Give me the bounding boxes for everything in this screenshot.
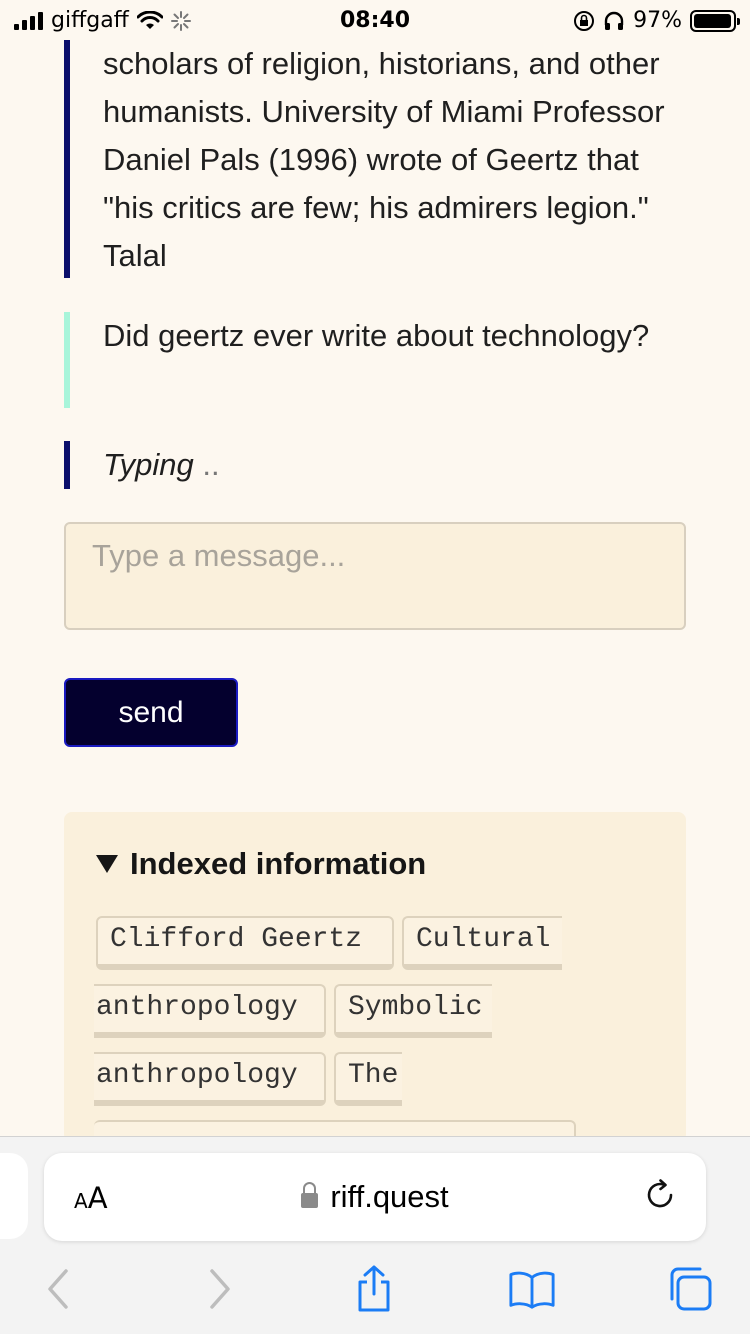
battery-percent: 97% xyxy=(633,8,682,33)
message-input-placeholder: Type a message... xyxy=(92,538,346,573)
share-button[interactable] xyxy=(350,1265,398,1313)
battery-icon xyxy=(690,9,740,32)
url-display[interactable]: riff.quest xyxy=(44,1179,706,1215)
tag-chip[interactable]: anthropology xyxy=(94,984,326,1038)
status-bar: giffgaff 08:40 97% xyxy=(0,0,750,40)
lock-icon xyxy=(301,1182,319,1208)
chevron-right-icon xyxy=(210,1269,230,1309)
tag-chip[interactable]: anthropology xyxy=(94,1052,326,1106)
tag-chip[interactable]: Cultural xyxy=(402,916,562,970)
back-button[interactable] xyxy=(34,1265,82,1313)
tabs-button[interactable] xyxy=(666,1265,714,1313)
typing-label: Typing xyxy=(103,447,194,482)
indexed-information-toggle[interactable]: Indexed information xyxy=(96,846,426,882)
disclosure-triangle-icon xyxy=(96,855,118,873)
tabs-icon xyxy=(670,1267,712,1311)
send-button[interactable]: send xyxy=(64,678,238,747)
bookmarks-button[interactable] xyxy=(508,1265,556,1313)
message-input[interactable]: Type a message... xyxy=(64,522,686,630)
url-text: riff.quest xyxy=(330,1179,449,1214)
share-icon xyxy=(358,1265,390,1312)
rotation-lock-icon xyxy=(574,10,595,31)
indexed-information-panel: Indexed information Clifford Geertz Cult… xyxy=(64,812,686,1142)
tag-chip[interactable]: Symbolic xyxy=(334,984,492,1038)
book-icon xyxy=(509,1271,555,1309)
browser-chrome: AA riff.quest xyxy=(0,1136,750,1334)
typing-dots: .. xyxy=(202,447,220,482)
forward-button[interactable] xyxy=(196,1265,244,1313)
indexed-information-title: Indexed information xyxy=(130,846,427,881)
headphones-icon xyxy=(604,11,624,30)
reload-icon[interactable] xyxy=(642,1177,678,1213)
user-message-text: Did geertz ever write about technology? xyxy=(103,318,650,353)
address-bar[interactable]: AA riff.quest xyxy=(44,1153,706,1241)
status-right: 97% xyxy=(573,8,740,33)
user-message: Did geertz ever write about technology? xyxy=(64,312,684,408)
typing-indicator: Typing .. xyxy=(64,441,684,489)
chevron-left-icon xyxy=(48,1269,68,1309)
bot-message-text: scholars of religion, historians, and ot… xyxy=(103,46,665,273)
tag-chip[interactable]: The xyxy=(334,1052,402,1106)
bot-message: scholars of religion, historians, and ot… xyxy=(64,40,684,278)
tag-chip[interactable]: Clifford Geertz xyxy=(96,916,394,970)
previous-tab-peek[interactable] xyxy=(0,1153,28,1239)
